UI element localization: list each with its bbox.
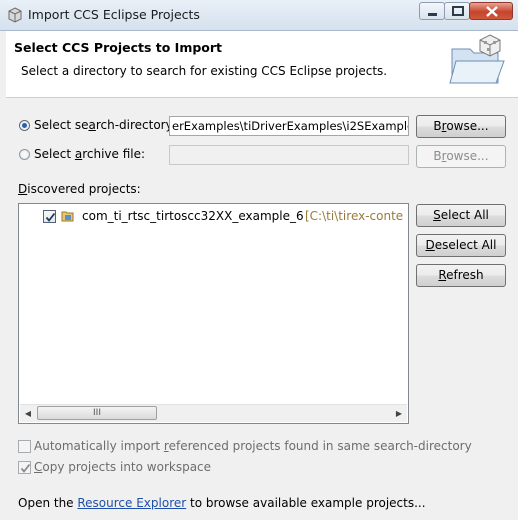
close-button[interactable] xyxy=(469,2,513,20)
page-title: Select CCS Projects to Import xyxy=(14,40,223,55)
minimize-button[interactable] xyxy=(419,2,445,20)
title-bar[interactable]: Import CCS Eclipse Projects xyxy=(0,0,518,31)
copy-into-workspace-label[interactable]: Copy projects into workspace xyxy=(34,460,211,474)
project-name: com_ti_rtsc_tirtoscc32XX_example_6 xyxy=(82,209,304,223)
archive-file-input[interactable] xyxy=(169,145,409,165)
app-icon xyxy=(7,7,23,23)
window-title: Import CCS Eclipse Projects xyxy=(28,7,200,22)
footer-text-after: to browse available example projects... xyxy=(186,496,426,510)
refresh-button[interactable]: Refresh xyxy=(416,264,506,287)
auto-import-label[interactable]: Automatically import referenced projects… xyxy=(34,439,472,453)
scroll-left-icon[interactable]: ◀ xyxy=(20,405,36,422)
resource-explorer-link[interactable]: Resource Explorer xyxy=(77,496,186,510)
page-description: Select a directory to search for existin… xyxy=(21,64,388,78)
archive-file-radio[interactable] xyxy=(19,149,30,160)
footer-text: Open the Resource Explorer to browse ava… xyxy=(18,496,426,510)
archive-file-label[interactable]: Select archive file: xyxy=(34,147,145,161)
project-icon xyxy=(61,209,75,223)
list-item[interactable]: com_ti_rtsc_tirtoscc32XX_example_6 [C:\t… xyxy=(43,208,403,226)
footer-text-before: Open the xyxy=(18,496,78,510)
discovered-projects-list[interactable]: com_ti_rtsc_tirtoscc32XX_example_6 [C:\t… xyxy=(18,203,409,424)
scroll-thumb[interactable]: III xyxy=(37,406,157,420)
project-path: [C:\ti\tirex-content\ti xyxy=(305,209,403,223)
search-directory-label[interactable]: Select search-directory: xyxy=(34,118,176,132)
horizontal-scrollbar[interactable]: ◀ III ▶ xyxy=(20,404,407,422)
deselect-all-button[interactable]: Deselect All xyxy=(416,234,506,257)
search-directory-radio[interactable] xyxy=(19,120,30,131)
scroll-right-icon[interactable]: ▶ xyxy=(391,405,407,422)
import-folder-icon xyxy=(446,31,514,91)
search-directory-input[interactable]: erExamples\tiDriverExamples\i2SExamples xyxy=(169,116,409,136)
discovered-projects-label: Discovered projects: xyxy=(18,182,141,196)
copy-into-workspace-checkbox[interactable] xyxy=(18,461,31,474)
select-all-button[interactable]: Select All xyxy=(416,204,506,227)
wizard-header: Select CCS Projects to Import Select a d… xyxy=(6,31,518,98)
maximize-button[interactable] xyxy=(444,2,470,20)
browse-directory-button[interactable]: Browse... xyxy=(416,115,506,138)
auto-import-checkbox[interactable] xyxy=(18,440,31,453)
browse-archive-button[interactable]: Browse... xyxy=(416,145,506,168)
project-checkbox[interactable] xyxy=(43,210,56,223)
